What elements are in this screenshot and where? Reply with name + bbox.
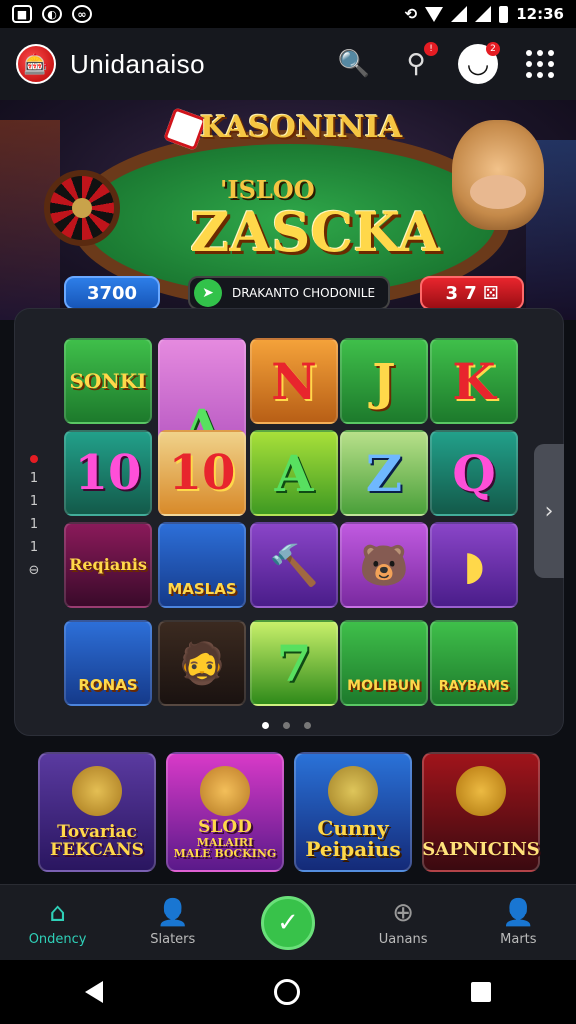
game-tile[interactable]: RAYBAMS <box>430 620 518 706</box>
game-tile[interactable]: 10 <box>158 430 246 516</box>
game-tile[interactable]: 🧔 <box>158 620 246 706</box>
battery-icon <box>499 5 509 23</box>
indicator-dot <box>30 455 38 463</box>
page-indicator <box>262 722 311 729</box>
status-bar: ■ ◐ ∞ ⟲ 12:36 <box>0 0 576 28</box>
lips-icon: ◗ <box>463 541 485 589</box>
find-button[interactable]: ⚲ ! <box>396 42 438 84</box>
wifi-icon <box>425 6 444 22</box>
search-icon: 🔍 <box>337 49 371 79</box>
trophy-image <box>456 766 506 816</box>
jackpot-pill[interactable]: 3 7 ⚄ <box>420 276 524 310</box>
promo-button[interactable]: ➤ DRAKANTO CHODONILE <box>188 276 390 310</box>
app-header: 🎰 Unidanaiso 🔍 ⚲ ! ◡ 2 <box>0 28 576 100</box>
featured-game-card[interactable]: Cunny Peipaius <box>294 752 412 872</box>
roulette-icon <box>44 170 120 246</box>
lock-icon: ⊖ <box>28 563 40 578</box>
notification-icon: ■ <box>12 5 32 23</box>
nav-uanans[interactable]: ⊕ Uanans <box>358 898 448 947</box>
signal-icon <box>451 6 468 22</box>
nav-center[interactable]: ✓ <box>243 895 333 950</box>
chevron-right-icon: › <box>544 498 554 524</box>
recent-apps-icon[interactable] <box>470 982 491 1002</box>
coin-image <box>328 766 378 816</box>
featured-game-card[interactable]: Tovariac FEKCANS <box>38 752 156 872</box>
notification-badge: 2 <box>486 42 500 56</box>
profile-icon: 👤 <box>502 898 535 928</box>
app-title: Unidanaiso <box>70 48 206 79</box>
game-tile[interactable]: N <box>250 338 338 424</box>
search-icon: ⚲ <box>406 49 426 79</box>
notification-icon: ∞ <box>72 5 92 23</box>
game-tile[interactable]: A <box>250 430 338 516</box>
clock-text: 12:36 <box>516 5 564 23</box>
signal-icon <box>475 6 492 22</box>
game-tile[interactable]: RONAS <box>64 620 152 706</box>
promo-text: DRAKANTO CHODONILE <box>232 286 376 300</box>
page-dot[interactable] <box>262 722 269 729</box>
game-tile[interactable]: K <box>430 338 518 424</box>
side-counter: 1 1 1 1 ⊖ <box>20 455 48 578</box>
character-image <box>200 766 250 816</box>
home-button-icon[interactable] <box>273 979 300 1005</box>
nav-slaters[interactable]: 👤 Slaters <box>128 898 218 947</box>
hero-main-title: ZASCKA <box>190 200 440 264</box>
notification-icon: ◐ <box>42 5 62 23</box>
featured-game-card[interactable]: SAPNICINS <box>422 752 540 872</box>
game-tile[interactable]: 🐻 <box>340 522 428 608</box>
character-image <box>72 766 122 816</box>
profile-icon: ◡ <box>466 49 490 79</box>
game-tile[interactable]: Reqianis <box>64 522 152 608</box>
nav-marts[interactable]: 👤 Marts <box>473 898 563 947</box>
notification-badge: ! <box>424 42 438 56</box>
search-plus-icon: ⊕ <box>392 898 415 928</box>
system-navigation <box>0 960 576 1024</box>
game-tile[interactable]: 7 <box>250 620 338 706</box>
checkmark-icon: ✓ <box>260 895 315 950</box>
balance-pill[interactable]: 3700 <box>64 276 160 310</box>
next-page-button[interactable]: › <box>534 444 564 578</box>
page-dot[interactable] <box>304 722 311 729</box>
game-tile[interactable]: SONKI <box>64 338 152 424</box>
dice-icon: ⚄ <box>482 282 499 304</box>
home-icon: ⌂ <box>49 898 66 928</box>
featured-game-card[interactable]: SLOD MALAIRI MALE BOCKING <box>166 752 284 872</box>
apps-grid-icon <box>526 50 554 78</box>
game-tile[interactable]: ◗ <box>430 522 518 608</box>
app-logo[interactable]: 🎰 <box>16 44 56 84</box>
menu-button[interactable] <box>520 44 560 84</box>
nav-home[interactable]: ⌂ Ondency <box>13 898 103 947</box>
back-icon[interactable] <box>85 981 104 1003</box>
profile-button[interactable]: ◡ 2 <box>458 42 500 84</box>
hammer-icon: 🔨 <box>269 541 319 589</box>
game-tile[interactable]: 10 <box>64 430 152 516</box>
game-tile[interactable]: MASLAS <box>158 522 246 608</box>
game-tile[interactable]: Q <box>430 430 518 516</box>
user-search-icon: 👤 <box>156 898 189 928</box>
page-dot[interactable] <box>283 722 290 729</box>
bottom-navigation: ⌂ Ondency 👤 Slaters ✓ ⊕ Uanans 👤 Marts <box>0 884 576 960</box>
cow-mascot-image <box>452 120 544 230</box>
game-tile[interactable]: MOLIBUN <box>340 620 428 706</box>
game-tile[interactable]: Z <box>340 430 428 516</box>
game-tile[interactable]: J <box>340 338 428 424</box>
sync-icon: ⟲ <box>404 5 418 23</box>
character-icon: 🧔 <box>177 639 227 687</box>
game-tile[interactable]: 🔨 <box>250 522 338 608</box>
animal-icon: 🐻 <box>359 541 409 589</box>
play-icon: ➤ <box>194 279 222 307</box>
search-button[interactable]: 🔍 <box>334 44 374 84</box>
hero-title: KASONINIA <box>200 110 403 145</box>
